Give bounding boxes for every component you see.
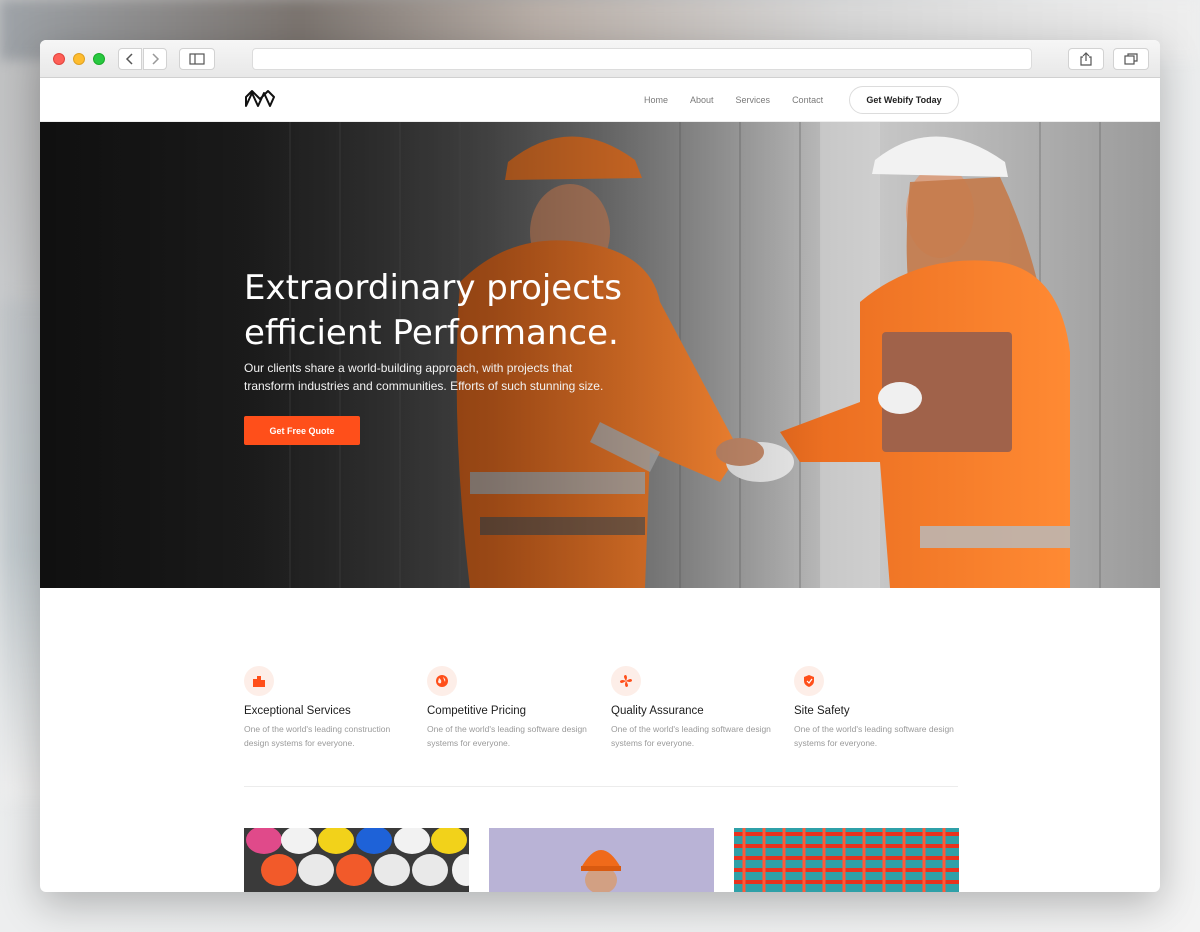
- nav-link-about[interactable]: About: [690, 95, 714, 105]
- address-bar[interactable]: [252, 48, 1032, 70]
- globe-icon: [427, 666, 457, 696]
- feature-site-safety: Site Safety One of the world's leading s…: [794, 666, 964, 750]
- back-button[interactable]: [118, 48, 142, 70]
- share-button[interactable]: [1068, 48, 1104, 70]
- feature-competitive-pricing: Competitive Pricing One of the world's l…: [427, 666, 597, 750]
- chevron-left-icon: [125, 53, 133, 65]
- feature-title: Site Safety: [794, 705, 850, 717]
- feature-title: Competitive Pricing: [427, 705, 527, 717]
- close-window-button[interactable]: [53, 53, 65, 65]
- tabs-icon: [1124, 53, 1138, 65]
- browser-toolbar: [40, 40, 1160, 78]
- shield-icon: [794, 666, 824, 696]
- project-image-helmets[interactable]: [244, 828, 469, 892]
- feature-exceptional-services: Exceptional Services One of the world's …: [244, 666, 414, 750]
- feature-quality-assurance: Quality Assurance One of the world's lea…: [611, 666, 781, 750]
- feature-description: One of the world's leading construction …: [244, 724, 391, 748]
- share-icon: [1080, 52, 1092, 66]
- project-image-grid-structure[interactable]: [734, 828, 959, 892]
- feature-description: One of the world's leading software desi…: [427, 724, 587, 748]
- site-header: Home About Services Contact Get Webify T…: [40, 78, 1160, 122]
- sidebar-toggle-button[interactable]: [179, 48, 215, 70]
- logo-icon[interactable]: [244, 88, 276, 110]
- get-webify-button[interactable]: Get Webify Today: [849, 86, 959, 114]
- project-image-worker[interactable]: [489, 828, 714, 892]
- feature-title: Quality Assurance: [611, 705, 704, 717]
- hero-title-line-2: efficient Performance.: [244, 313, 619, 353]
- zoom-window-button[interactable]: [93, 53, 105, 65]
- buildings-icon: [244, 666, 274, 696]
- fan-icon: [611, 666, 641, 696]
- hero-title-line-1: Extraordinary projects: [244, 268, 622, 308]
- section-divider: [244, 786, 958, 787]
- nav-link-home[interactable]: Home: [644, 95, 668, 105]
- main-menu: Home About Services Contact: [644, 78, 845, 122]
- nav-link-contact[interactable]: Contact: [792, 95, 823, 105]
- forward-button[interactable]: [143, 48, 167, 70]
- nav-link-services[interactable]: Services: [736, 95, 771, 105]
- minimize-window-button[interactable]: [73, 53, 85, 65]
- features-section: Exceptional Services One of the world's …: [40, 588, 1160, 788]
- hero-section: Extraordinary projects efficient Perform…: [40, 122, 1160, 588]
- get-free-quote-button[interactable]: Get Free Quote: [244, 416, 360, 445]
- browser-window: Home About Services Contact Get Webify T…: [40, 40, 1160, 892]
- hero-title: Extraordinary projects efficient Perform…: [244, 266, 664, 356]
- chevron-right-icon: [152, 53, 160, 65]
- feature-description: One of the world's leading software desi…: [794, 724, 954, 748]
- feature-description: One of the world's leading software desi…: [611, 724, 771, 748]
- sidebar-icon: [189, 53, 205, 65]
- hero-subtitle: Our clients share a world-building appro…: [244, 361, 604, 393]
- feature-title: Exceptional Services: [244, 705, 351, 717]
- tabs-button[interactable]: [1113, 48, 1149, 70]
